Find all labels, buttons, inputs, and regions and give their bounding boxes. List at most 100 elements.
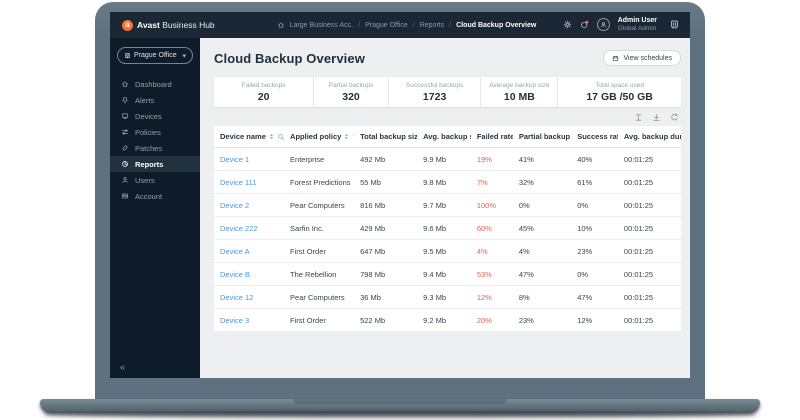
- laptop-shadow: [42, 412, 758, 418]
- home-icon: [121, 80, 129, 88]
- table-row[interactable]: Device 111Forest Predictions55 Mb9.8 Mb7…: [214, 171, 681, 194]
- sliders-icon: [121, 128, 129, 136]
- column-header-device-name[interactable]: Device name: [214, 126, 284, 148]
- user-avatar[interactable]: [597, 18, 610, 31]
- table-row[interactable]: Device 1Enterprise492 Mb9.9 Mb19%41%40%0…: [214, 148, 681, 171]
- cell-avg-size: 9.7 Mb: [417, 194, 471, 217]
- sidebar-item-label: Policies: [135, 128, 161, 137]
- cell-device[interactable]: Device 1: [214, 148, 284, 171]
- building-icon: [124, 52, 131, 59]
- cell-total-size: 36 Mb: [354, 286, 417, 309]
- breadcrumb-link[interactable]: Reports: [420, 22, 445, 29]
- cell-avg-size: 9.5 Mb: [417, 240, 471, 263]
- brand-name-rest: Business Hub: [162, 20, 214, 30]
- cell-device[interactable]: Device B: [214, 263, 284, 286]
- cell-duration: 00:01:25: [618, 148, 681, 171]
- column-header-avg-backup-duration[interactable]: Avg. backup duration: [618, 126, 681, 148]
- stat-label: Failed backups: [242, 82, 286, 89]
- user-menu[interactable]: Admin User Global Admin: [618, 17, 657, 33]
- cell-total-size: 522 Mb: [354, 309, 417, 332]
- sidebar-item-label: Patches: [135, 144, 162, 153]
- top-bar: a Avast Business Hub Large Business Acc.…: [110, 12, 690, 38]
- cell-total-size: 816 Mb: [354, 194, 417, 217]
- laptop-base: [40, 399, 760, 413]
- column-header-applied-policy[interactable]: Applied policy: [284, 126, 354, 148]
- cell-failed-rate: 53%: [471, 263, 513, 286]
- column-header-success-rate[interactable]: Success rate: [571, 126, 618, 148]
- cell-success-rate: 12%: [571, 309, 618, 332]
- download-icon[interactable]: [652, 113, 661, 122]
- column-header-failed-rate[interactable]: Failed rate: [471, 126, 513, 148]
- avast-business-hub-app: a Avast Business Hub Large Business Acc.…: [110, 12, 690, 378]
- sidebar-item-dashboard[interactable]: Dashboard: [110, 76, 200, 92]
- home-icon: [277, 21, 285, 29]
- breadcrumb-separator: /: [358, 22, 360, 29]
- console-switcher-icon[interactable]: [669, 19, 680, 30]
- column-header-partial-backup-rate[interactable]: Partial backup rate: [513, 126, 571, 148]
- sidebar-item-patches[interactable]: Patches: [110, 140, 200, 156]
- column-header-total-backup-size[interactable]: Total backup size: [354, 126, 417, 148]
- sidebar-item-devices[interactable]: Devices: [110, 108, 200, 124]
- sidebar-item-alerts[interactable]: Alerts: [110, 92, 200, 108]
- breadcrumb-link[interactable]: Large Business Acc.: [290, 22, 353, 29]
- patch-icon: [121, 144, 129, 152]
- breadcrumb-separator: /: [413, 22, 415, 29]
- table-row[interactable]: Device 3First Order522 Mb9.2 Mb20%23%12%…: [214, 309, 681, 332]
- view-schedules-label: View schedules: [623, 55, 672, 62]
- table-row[interactable]: Device BThe Rebellion798 Mb9.4 Mb53%47%0…: [214, 263, 681, 286]
- table-row[interactable]: Device AFirst Order647 Mb9.5 Mb4%4%23%00…: [214, 240, 681, 263]
- cell-policy: First Order: [284, 309, 354, 332]
- column-label: Avg. backup size: [423, 132, 471, 141]
- topbar-actions: Admin User Global Admin: [563, 17, 680, 33]
- refresh-icon[interactable]: [670, 113, 679, 122]
- cell-total-size: 798 Mb: [354, 263, 417, 286]
- cell-avg-size: 9.9 Mb: [417, 148, 471, 171]
- cell-device[interactable]: Device A: [214, 240, 284, 263]
- cell-partial-rate: 32%: [513, 171, 571, 194]
- table-row[interactable]: Device 12Pear Computers36 Mb9.3 Mb12%8%4…: [214, 286, 681, 309]
- stat-value: 1723: [423, 91, 446, 103]
- cell-device[interactable]: Device 111: [214, 171, 284, 194]
- avast-logo-icon: a: [122, 20, 133, 31]
- cell-device[interactable]: Device 3: [214, 309, 284, 332]
- stat-average-backup-size: Average backup size10 MB: [481, 77, 558, 107]
- cell-policy: Sarfin Inc.: [284, 217, 354, 240]
- breadcrumb-link[interactable]: Prague Office: [365, 22, 408, 29]
- site-selector-label: Prague Office: [134, 52, 177, 59]
- settings-gear-icon[interactable]: [563, 20, 572, 29]
- sort-icon[interactable]: [343, 133, 350, 140]
- cell-device[interactable]: Device 12: [214, 286, 284, 309]
- laptop-screen: a Avast Business Hub Large Business Acc.…: [110, 12, 690, 378]
- filter-icon[interactable]: [352, 133, 354, 141]
- table-row[interactable]: Device 222Sarfin Inc.429 Mb9.6 Mb60%45%1…: [214, 217, 681, 240]
- cell-partial-rate: 45%: [513, 217, 571, 240]
- sidebar-item-account[interactable]: Account: [110, 188, 200, 204]
- table-row[interactable]: Device 2Pear Computers816 Mb9.7 Mb100%0%…: [214, 194, 681, 217]
- brand-logo[interactable]: a Avast Business Hub: [122, 20, 215, 31]
- table-columns-icon[interactable]: [634, 113, 643, 122]
- column-label: Total backup size: [360, 132, 417, 141]
- sidebar-item-users[interactable]: Users: [110, 172, 200, 188]
- sidebar-item-reports[interactable]: Reports: [110, 156, 200, 172]
- cell-partial-rate: 8%: [513, 286, 571, 309]
- sidebar-collapse-button[interactable]: «: [120, 362, 125, 372]
- search-icon[interactable]: [277, 133, 284, 141]
- summary-stats-card: Failed backups20Partial backups320Succes…: [214, 77, 681, 107]
- calendar-icon: [612, 55, 619, 62]
- site-selector[interactable]: Prague Office ▾: [117, 47, 193, 64]
- column-header-avg-backup-size[interactable]: Avg. backup size: [417, 126, 471, 148]
- cell-device[interactable]: Device 2: [214, 194, 284, 217]
- cell-avg-size: 9.4 Mb: [417, 263, 471, 286]
- cell-success-rate: 40%: [571, 148, 618, 171]
- sidebar-item-label: Reports: [135, 160, 163, 169]
- view-schedules-button[interactable]: View schedules: [603, 50, 681, 66]
- laptop-frame: a Avast Business Hub Large Business Acc.…: [95, 2, 705, 401]
- cell-failed-rate: 12%: [471, 286, 513, 309]
- sidebar-item-policies[interactable]: Policies: [110, 124, 200, 140]
- column-label: Success rate: [577, 132, 618, 141]
- page-title: Cloud Backup Overview: [214, 51, 365, 66]
- sort-icon[interactable]: [268, 133, 275, 140]
- notifications-icon[interactable]: [580, 20, 589, 29]
- cell-total-size: 55 Mb: [354, 171, 417, 194]
- cell-device[interactable]: Device 222: [214, 217, 284, 240]
